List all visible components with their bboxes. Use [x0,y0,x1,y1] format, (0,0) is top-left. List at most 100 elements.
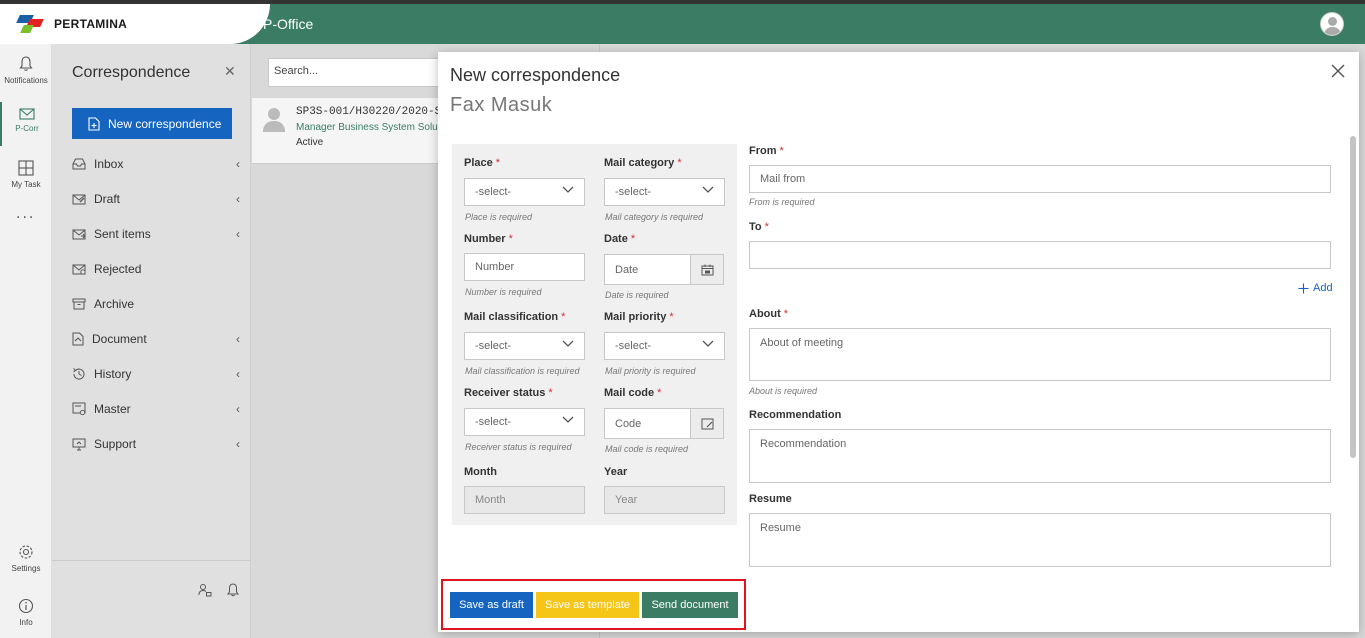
chevron-left-icon: ‹ [236,402,240,416]
save-as-template-button[interactable]: Save as template [536,592,639,618]
resume-textarea[interactable]: Resume [749,513,1331,567]
place-hint: Place is required [465,212,533,222]
nav-item-document[interactable]: Document ‹ [72,329,240,349]
nav-item-label: Archive [94,297,135,311]
archive-icon [72,298,86,310]
date-input[interactable]: Date [604,254,691,285]
mail-category-select[interactable]: -select- [604,178,725,206]
close-icon[interactable] [1331,64,1345,78]
nav-item-label: Document [92,332,147,346]
rail-notifications-label: Notifications [4,76,48,85]
rail-notifications[interactable]: Notifications [0,56,52,85]
chevron-down-icon [562,340,574,347]
nav-item-label: Sent items [94,227,151,241]
brand-name: PERTAMINA [54,17,128,31]
master-icon [72,402,86,416]
nav-item-sent-items[interactable]: Sent items ‹ [72,224,240,244]
brand[interactable]: PERTAMINA [0,4,270,44]
nav-item-label: Draft [94,192,121,206]
new-correspondence-label: New correspondence [108,116,222,131]
nav-item-label: Master [94,402,131,416]
chevron-left-icon: ‹ [236,227,240,241]
place-select[interactable]: -select- [464,178,585,206]
receiver-status-label: Receiver status * [464,387,553,399]
new-document-icon [88,116,100,131]
pertamina-logo-icon [16,13,46,35]
mail-code-label: Mail code * [604,387,662,399]
icon-rail: Notifications P-Corr My Task ··· Setting… [0,44,52,638]
number-label: Number * [464,233,513,245]
plus-icon [1298,283,1309,293]
receiver-status-hint: Receiver status is required [465,442,572,452]
to-label: To * [749,221,769,233]
date-label: Date * [604,233,636,245]
calendar-icon [701,264,713,275]
mail-code-lookup-button[interactable] [690,408,724,439]
recommendation-label: Recommendation [749,409,842,421]
month-label: Month [464,466,497,478]
date-hint: Date is required [605,290,669,300]
bell-icon[interactable] [227,583,239,597]
date-picker-button[interactable] [690,254,724,285]
chevron-left-icon: ‹ [236,437,240,451]
save-as-draft-button[interactable]: Save as draft [450,592,533,618]
about-label: About * [749,308,789,320]
rail-mytask-label: My Task [11,180,41,189]
sent-mail-icon [72,229,86,240]
month-input: Month [464,486,585,514]
mail-category-label: Mail category * [604,157,682,169]
rail-info[interactable]: Info [0,598,52,627]
document-icon [72,332,84,346]
nav-item-rejected[interactable]: Rejected [72,259,240,279]
mail-category-hint: Mail category is required [605,212,704,222]
receiver-status-select[interactable]: -select- [464,408,585,436]
nav-footer [52,560,251,638]
nav-item-label: History [94,367,132,381]
gear-icon [19,545,33,559]
nav-item-master[interactable]: Master ‹ [72,399,240,419]
mail-code-input[interactable]: Code [604,408,691,439]
correspondence-nav: Correspondence ✕ New correspondence Inbo… [52,44,251,638]
nav-title: Correspondence [72,64,191,81]
item-status: Active [296,137,324,148]
chevron-down-icon [562,186,574,193]
nav-item-label: Rejected [94,262,142,276]
mail-icon [19,108,35,120]
nav-item-draft[interactable]: Draft ‹ [72,189,240,209]
metadata-form: Place * -select- Place is required Mail c… [452,144,737,525]
scrollbar-thumb[interactable] [1350,136,1356,458]
user-avatar[interactable] [1320,12,1344,36]
close-icon[interactable]: ✕ [224,64,236,80]
mail-priority-hint: Mail priority is required [605,366,696,376]
rail-mytask[interactable]: My Task [0,160,52,189]
more-icon[interactable]: ··· [16,210,35,226]
from-input[interactable]: Mail from [749,165,1331,193]
avatar [262,108,286,132]
draft-icon [72,194,86,205]
nav-item-archive[interactable]: Archive [72,294,240,314]
mail-classification-select[interactable]: -select- [464,332,585,360]
mail-priority-select[interactable]: -select- [604,332,725,360]
about-hint: About is required [749,386,818,396]
rail-pcorr[interactable]: P-Corr [0,102,52,146]
nav-item-support[interactable]: Support ‹ [72,434,240,454]
to-input[interactable] [749,241,1331,269]
app-header: PERTAMINA P-Office [0,4,1365,44]
grid-icon [18,160,34,176]
chevron-left-icon: ‹ [236,367,240,381]
rail-settings[interactable]: Settings [0,544,52,573]
history-icon [73,368,85,380]
mail-classification-label: Mail classification * [464,311,566,323]
inbox-icon [72,158,86,170]
nav-item-history[interactable]: History ‹ [72,364,240,384]
nav-item-inbox[interactable]: Inbox ‹ [72,154,240,174]
new-correspondence-button[interactable]: New correspondence [72,108,232,139]
user-lock-icon[interactable] [198,583,212,597]
from-hint: From is required [749,197,815,207]
modal-subtitle: Fax Masuk [450,94,553,116]
send-document-button[interactable]: Send document [642,592,738,618]
about-textarea[interactable]: About of meeting [749,328,1331,381]
number-input[interactable]: Number [464,253,585,281]
recommendation-textarea[interactable]: Recommendation [749,429,1331,483]
add-recipient-link[interactable]: Add [1298,282,1333,294]
